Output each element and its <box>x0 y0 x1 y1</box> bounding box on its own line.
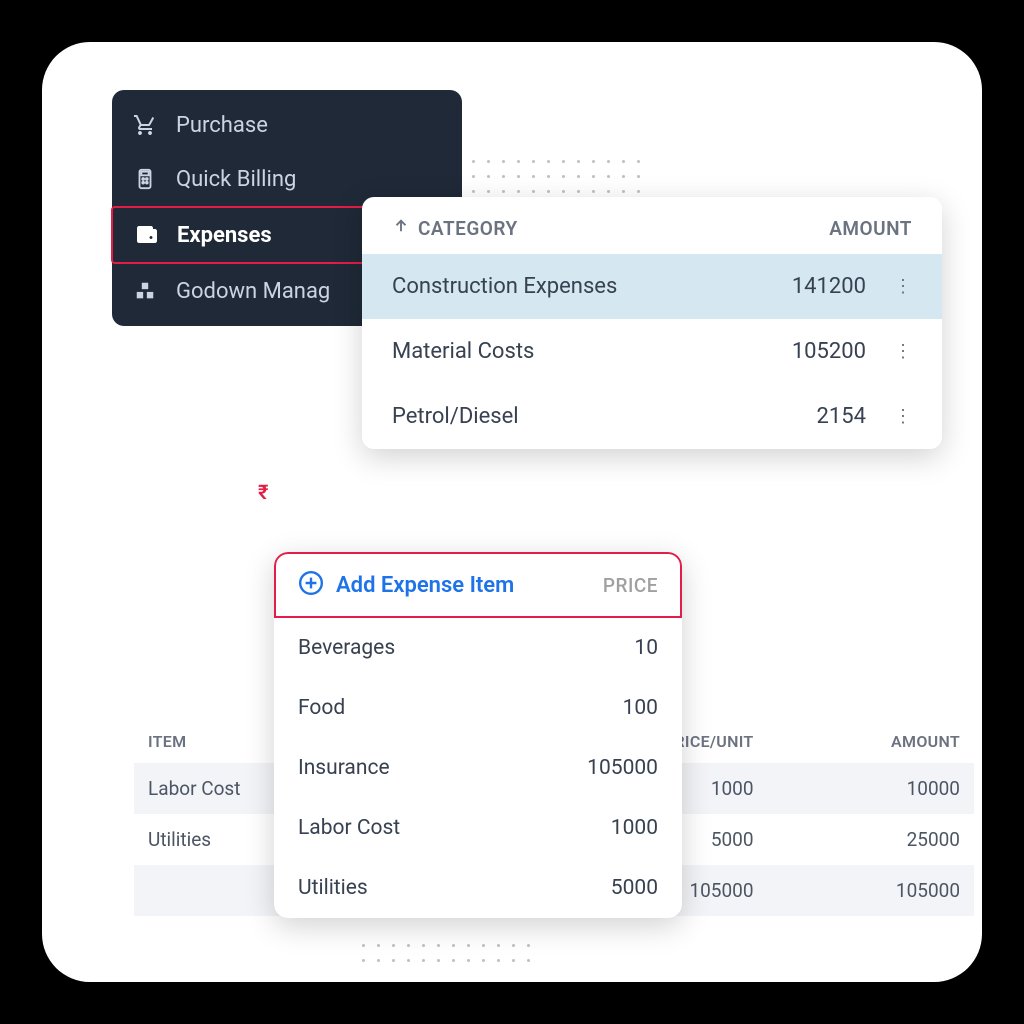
category-row[interactable]: Construction Expenses 141200 ⋮ <box>362 254 942 319</box>
sidebar-label: Purchase <box>176 113 268 138</box>
wallet-icon <box>133 222 159 248</box>
category-amount: 105200 <box>792 339 866 364</box>
cell-amount: 25000 <box>768 814 974 865</box>
sidebar-item-purchase[interactable]: Purchase <box>112 98 462 152</box>
expense-item-name: Utilities <box>298 876 368 900</box>
expense-item-name: Labor Cost <box>298 816 400 840</box>
dot-pattern-top <box>472 160 640 193</box>
category-name: Construction Expenses <box>392 274 617 299</box>
price-header-label: PRICE <box>603 574 658 597</box>
expense-item-row[interactable]: Beverages 10 <box>274 618 682 678</box>
category-amount: 141200 <box>792 274 866 299</box>
expense-item-name: Insurance <box>298 756 390 780</box>
th-amount[interactable]: AMOUNT <box>768 720 974 763</box>
cart-icon <box>132 112 158 138</box>
expense-item-price: 1000 <box>611 816 658 840</box>
cell-amount: 105000 <box>768 865 974 916</box>
categories-header[interactable]: CATEGORY AMOUNT <box>362 197 942 254</box>
sidebar-label: Quick Billing <box>176 167 296 192</box>
category-amount: 2154 <box>817 404 866 429</box>
expense-item-price: 10 <box>634 636 658 660</box>
boxes-icon <box>132 278 158 304</box>
main-card: Purchase Quick Billing Expenses Godown M… <box>42 42 982 982</box>
plus-circle-icon <box>298 570 324 600</box>
expense-item-row[interactable]: Food 100 <box>274 678 682 738</box>
rupee-symbol: ₹ <box>258 480 268 504</box>
expense-item-row[interactable]: Utilities 5000 <box>274 858 682 918</box>
header-amount: AMOUNT <box>829 217 912 240</box>
add-expense-header[interactable]: Add Expense Item PRICE <box>274 552 682 618</box>
expense-item-row[interactable]: Labor Cost 1000 <box>274 798 682 858</box>
categories-card: CATEGORY AMOUNT Construction Expenses 14… <box>362 197 942 449</box>
sidebar-label: Godown Manag <box>176 279 330 304</box>
expense-item-price: 100 <box>623 696 658 720</box>
expense-item-name: Beverages <box>298 636 395 660</box>
category-row[interactable]: Material Costs 105200 ⋮ <box>362 319 942 384</box>
expense-item-price: 5000 <box>611 876 658 900</box>
header-category: CATEGORY <box>418 217 518 240</box>
sidebar-label: Expenses <box>177 223 272 248</box>
dot-pattern-bottom <box>362 944 530 962</box>
sort-arrow-up-icon <box>392 217 410 240</box>
more-icon[interactable]: ⋮ <box>894 343 912 361</box>
add-expense-panel: Add Expense Item PRICE Beverages 10 Food… <box>274 552 682 918</box>
category-name: Petrol/Diesel <box>392 404 519 429</box>
more-icon[interactable]: ⋮ <box>894 408 912 426</box>
expense-item-row[interactable]: Insurance 105000 <box>274 738 682 798</box>
calculator-icon <box>132 166 158 192</box>
more-icon[interactable]: ⋮ <box>894 278 912 296</box>
expense-item-name: Food <box>298 696 345 720</box>
expense-item-price: 105000 <box>587 756 658 780</box>
add-expense-label: Add Expense Item <box>336 573 514 598</box>
category-name: Material Costs <box>392 339 534 364</box>
cell-amount: 10000 <box>768 763 974 814</box>
category-row[interactable]: Petrol/Diesel 2154 ⋮ <box>362 384 942 449</box>
